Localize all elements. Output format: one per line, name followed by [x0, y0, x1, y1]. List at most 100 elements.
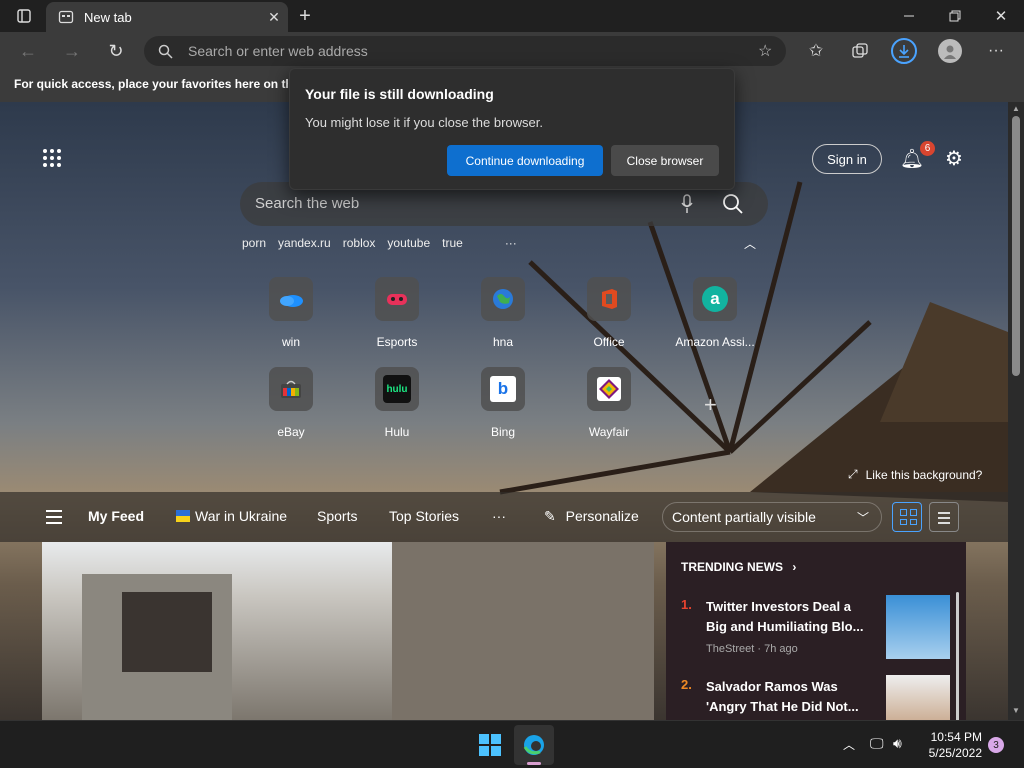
quick-link-amazon-assistant[interactable]: a Amazon Assi...	[662, 277, 768, 349]
trending-search-link[interactable]: youtube	[387, 236, 430, 250]
quick-link-label: Amazon Assi...	[675, 335, 755, 349]
notifications-icon[interactable]: 🔔︎ 6	[900, 141, 935, 171]
building-right	[392, 542, 654, 720]
quick-link-label: Bing	[490, 425, 516, 439]
trending-news-header[interactable]: TRENDING NEWS ›	[681, 560, 796, 574]
chevron-right-icon: ›	[792, 560, 797, 574]
add-quick-link-icon[interactable]: +	[704, 392, 717, 418]
quick-link-hulu[interactable]: hulu Hulu	[344, 367, 450, 439]
news-card-image[interactable]	[42, 542, 654, 720]
new-tab-page: Sign in 🔔︎ 6 ⚙ Search the web porn yande…	[0, 102, 1008, 720]
refresh-icon[interactable]: ↻	[102, 35, 130, 67]
tab-top-stories[interactable]: Top Stories	[389, 508, 459, 524]
quick-link-label: Esports	[376, 335, 418, 349]
office-icon	[587, 277, 631, 321]
search-icon	[158, 44, 173, 59]
notification-center-badge[interactable]: 3	[988, 737, 1004, 753]
expand-icon: ⤢	[848, 467, 858, 481]
scroll-down-arrow[interactable]: ▼	[1012, 706, 1020, 715]
sign-in-button[interactable]: Sign in	[812, 144, 882, 174]
profile-avatar[interactable]	[938, 39, 962, 63]
restore-icon[interactable]	[942, 0, 968, 32]
clock-date: 5/25/2022	[928, 746, 982, 760]
amazon-icon: a	[693, 277, 737, 321]
trending-search-link[interactable]: yandex.ru	[278, 236, 331, 250]
apps-launcher-icon[interactable]	[43, 149, 61, 167]
clock-time: 10:54 PM	[930, 730, 982, 744]
quick-link-ebay[interactable]: eBay	[238, 367, 344, 439]
scroll-thumb[interactable]	[1012, 116, 1020, 376]
news-thumbnail	[886, 595, 950, 659]
favorites-icon[interactable]: ✩	[804, 35, 828, 67]
ebay-icon	[269, 367, 313, 411]
continue-downloading-button[interactable]: Continue downloading	[447, 145, 603, 176]
quick-link-label: hna	[492, 335, 514, 349]
scroll-up-arrow[interactable]: ▲	[1012, 104, 1020, 113]
more-tabs-icon[interactable]: ···	[492, 508, 506, 524]
favorites-bar-hint: For quick access, place your favorites h…	[14, 77, 288, 91]
burnt-section	[122, 592, 212, 672]
quick-link-label: eBay	[277, 425, 305, 439]
quick-link-label: Office	[593, 335, 625, 349]
tab-new-tab[interactable]: New tab ✕	[46, 2, 288, 32]
quick-link-wayfair[interactable]: Wayfair	[556, 367, 662, 439]
wayfair-icon	[587, 367, 631, 411]
quick-link-esports[interactable]: Esports	[344, 277, 450, 349]
minimize-icon[interactable]	[896, 0, 922, 32]
page-scrollbar[interactable]: ▲ ▼	[1008, 102, 1024, 720]
back-icon[interactable]: ←	[14, 35, 42, 67]
close-browser-button[interactable]: Close browser	[611, 145, 719, 176]
volume-icon[interactable]: 🔊︎	[893, 735, 902, 752]
new-tab-button[interactable]: +	[292, 0, 318, 32]
news-thumbnail	[886, 675, 950, 720]
quick-link-office[interactable]: Office	[556, 277, 662, 349]
trending-search-link[interactable]: true	[442, 236, 463, 250]
title-bar: New tab ✕ + ✕	[0, 0, 1024, 32]
collections-icon[interactable]	[848, 35, 872, 67]
collapse-chevron-icon[interactable]: ︿	[744, 235, 756, 252]
windows-start-icon[interactable]	[479, 734, 501, 756]
search-submit-icon[interactable]	[722, 193, 744, 215]
add-favorite-icon[interactable]: ☆	[758, 41, 772, 61]
personalize-button[interactable]: ✎ Personalize	[544, 508, 639, 525]
download-warning-dialog: Your file is still downloading You might…	[289, 68, 735, 190]
web-search-placeholder: Search the web	[255, 195, 360, 212]
downloads-icon[interactable]	[891, 38, 917, 64]
trending-search-link[interactable]: porn	[242, 236, 266, 250]
address-bar[interactable]: Search or enter web address ☆	[144, 36, 786, 66]
notification-count-badge: 6	[920, 141, 935, 156]
feed-menu-icon[interactable]	[46, 510, 62, 524]
bing-icon: b	[481, 367, 525, 411]
network-icon[interactable]: 🖵︎	[870, 735, 884, 752]
trending-search-link[interactable]: roblox	[343, 236, 376, 250]
quick-link-win[interactable]: win	[238, 277, 344, 349]
close-window-icon[interactable]: ✕	[988, 0, 1014, 32]
forward-icon[interactable]: →	[58, 35, 86, 67]
like-background-link[interactable]: ⤢ Like this background?	[848, 467, 982, 482]
toolbar: ← → ↻ Search or enter web address ☆ ✩ ··…	[0, 32, 1024, 70]
chevron-down-icon: ﹀	[856, 511, 869, 525]
show-hidden-icons[interactable]: ︿	[843, 736, 855, 753]
page-settings-icon[interactable]: ⚙	[945, 146, 963, 171]
quick-link-hna[interactable]: hna	[450, 277, 556, 349]
grid-view-button[interactable]	[892, 502, 922, 532]
quick-link-bing[interactable]: b Bing	[450, 367, 556, 439]
tab-my-feed[interactable]: My Feed	[88, 508, 144, 524]
feed-navigation: My Feed War in Ukraine Sports Top Storie…	[0, 492, 1008, 542]
clock[interactable]: 10:54 PM 5/25/2022	[918, 729, 982, 761]
list-view-button[interactable]	[929, 502, 959, 532]
quick-link-label: win	[281, 335, 300, 349]
trending-searches: porn yandex.ru roblox youtube true ···	[242, 236, 517, 250]
tab-war-in-ukraine[interactable]: War in Ukraine	[176, 508, 287, 524]
tab-actions-icon[interactable]	[10, 0, 38, 32]
edge-taskbar-icon[interactable]	[514, 725, 554, 765]
more-options-icon[interactable]: ···	[984, 35, 1008, 67]
onedrive-icon	[269, 277, 313, 321]
tab-sports[interactable]: Sports	[317, 508, 357, 524]
more-trending-icon[interactable]: ···	[505, 236, 517, 250]
microphone-icon[interactable]	[681, 194, 693, 214]
quick-link-label: Hulu	[384, 425, 410, 439]
close-tab-icon[interactable]: ✕	[260, 9, 288, 26]
content-visibility-dropdown[interactable]: Content partially visible ﹀	[662, 502, 882, 532]
trending-scrollbar[interactable]	[956, 592, 959, 720]
